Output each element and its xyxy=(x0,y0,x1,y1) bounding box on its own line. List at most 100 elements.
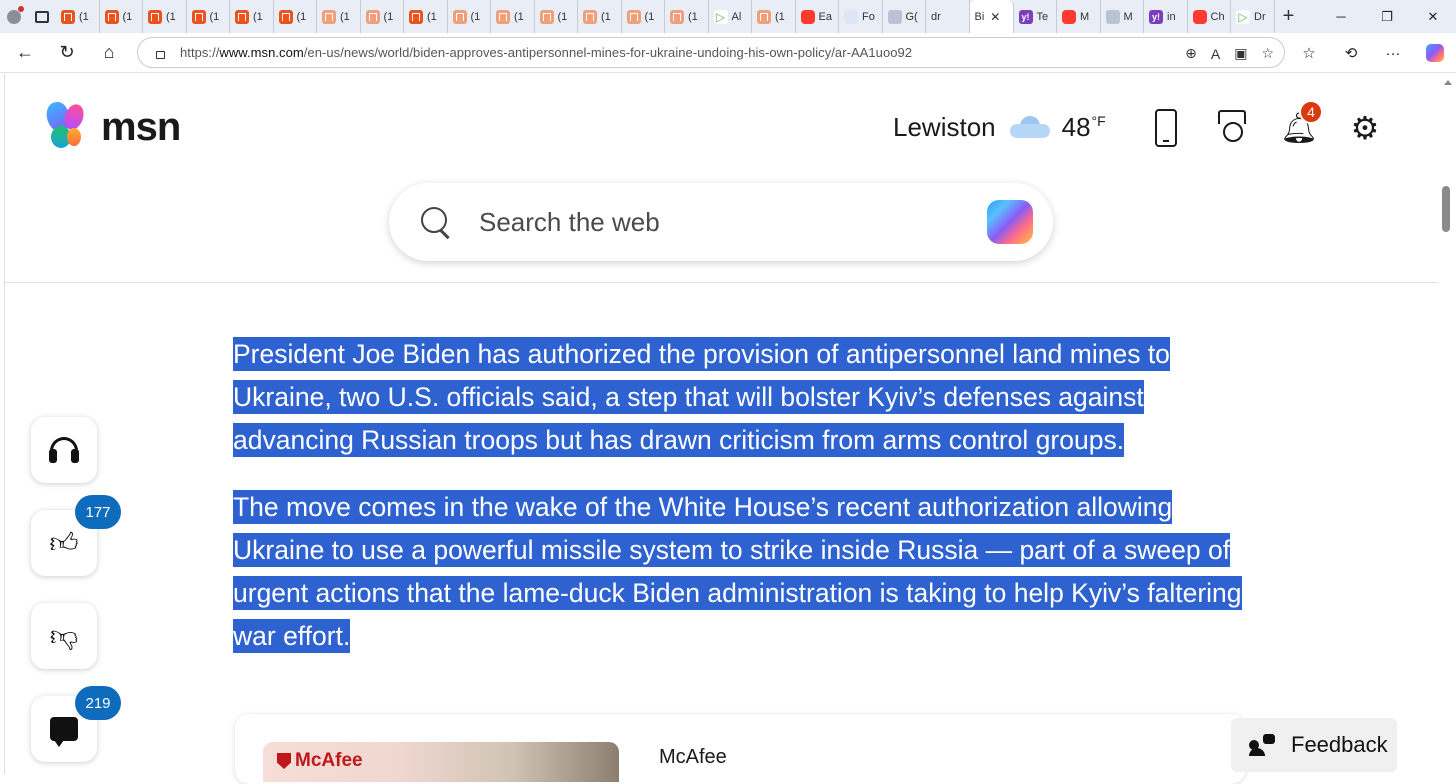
tab-favicon-icon xyxy=(365,9,380,24)
tab-label: (1 xyxy=(79,10,89,23)
tab-label: (1 xyxy=(644,10,655,23)
url-text[interactable]: https://www.msn.com/en-us/news/world/bid… xyxy=(180,45,912,60)
search-icon[interactable] xyxy=(419,205,453,239)
browser-tab[interactable]: Ch xyxy=(1188,0,1231,33)
copilot-sidebar-icon[interactable] xyxy=(1414,33,1456,73)
msn-butterfly-icon xyxy=(44,100,97,152)
browser-tab[interactable]: (1 xyxy=(56,0,100,33)
restore-button[interactable]: ❐ xyxy=(1364,0,1410,33)
browser-tab[interactable]: Ea xyxy=(796,0,839,33)
phone-app-button[interactable] xyxy=(1146,106,1186,150)
browser-tab[interactable]: y! in xyxy=(1144,0,1188,33)
browser-tab[interactable]: G( xyxy=(883,0,926,33)
back-button[interactable]: ← xyxy=(4,33,46,73)
address-toolbar: ← ↻ ⌂ https://www.msn.com/en-us/news/wor… xyxy=(0,33,1456,73)
active-tab[interactable]: Bi ✕ xyxy=(969,0,1014,33)
tab-label: (1 xyxy=(122,10,133,23)
mcafee-logo: McAfee xyxy=(277,750,363,772)
tab-favicon-icon xyxy=(800,9,815,24)
ad-image[interactable]: McAfee xyxy=(263,742,619,782)
browser-tab[interactable]: Fo xyxy=(839,0,883,33)
feedback-button[interactable]: Feedback xyxy=(1231,718,1397,772)
close-window-button[interactable]: ✕ xyxy=(1410,0,1456,33)
tab-favicon-icon: y! xyxy=(1018,9,1033,24)
refresh-button[interactable]: ↻ xyxy=(46,33,88,73)
tab-favicon-icon: y! xyxy=(1149,9,1163,24)
browser-tab[interactable]: (1 xyxy=(578,0,622,33)
tab-label: Bi xyxy=(974,10,985,23)
browser-tab[interactable]: (1 xyxy=(491,0,535,33)
tab-actions-icon[interactable] xyxy=(28,0,56,33)
tab-favicon-icon xyxy=(61,9,75,24)
browser-tab[interactable]: ▷ Dr xyxy=(1231,0,1275,33)
browser-tab[interactable]: M xyxy=(1057,0,1101,33)
home-button[interactable]: ⌂ xyxy=(88,33,130,73)
tab-favicon-icon xyxy=(583,9,597,24)
address-bar[interactable]: https://www.msn.com/en-us/news/world/bid… xyxy=(137,37,1285,68)
profile-icon[interactable] xyxy=(0,0,28,33)
notifications-button[interactable]: 🔔︎ 4 xyxy=(1279,100,1323,150)
browser-tab[interactable]: ▷ Al xyxy=(709,0,752,33)
browser-tab[interactable]: (1 xyxy=(535,0,578,33)
page-scrollbar[interactable] xyxy=(1438,74,1456,774)
scroll-up-arrow-icon[interactable] xyxy=(1444,80,1452,85)
ad-source-label[interactable]: McAfee xyxy=(659,746,727,769)
gear-icon: ⚙ xyxy=(1350,110,1380,146)
browser-tab[interactable]: (1 xyxy=(230,0,274,33)
history-icon[interactable]: ⟲ xyxy=(1330,33,1372,73)
tab-label: G( xyxy=(905,10,918,23)
browser-tab-strip: (1 (1 (1 (1 (1 (1 (1 (1 (1 (1 (1 (1 (1 (1 (1 ▷ Al (1 Ea Fo G… xyxy=(0,0,1456,123)
search-box[interactable] xyxy=(389,183,1053,261)
close-tab-icon[interactable]: ✕ xyxy=(990,10,1000,24)
feedback-label: Feedback xyxy=(1291,732,1388,757)
immersive-reader-icon[interactable]: ▣ xyxy=(1234,45,1247,62)
browser-tab[interactable]: (1 xyxy=(404,0,448,33)
tab-label: (1 xyxy=(427,10,437,23)
browser-tab[interactable]: M xyxy=(1101,0,1144,33)
tab-favicon-icon xyxy=(844,9,858,24)
listen-button[interactable] xyxy=(31,417,97,483)
comment-icon xyxy=(50,717,78,747)
browser-tab[interactable]: (1 xyxy=(622,0,665,33)
tab-label: (1 xyxy=(601,10,611,23)
browser-tab[interactable]: (1 xyxy=(100,0,143,33)
weather-widget[interactable]: Lewiston 48 °F xyxy=(893,112,1106,142)
article-paragraph: President Joe Biden has authorized the p… xyxy=(233,337,1170,457)
search-input[interactable] xyxy=(479,206,959,238)
tab-favicon-icon xyxy=(409,9,423,24)
new-tab-button[interactable]: + xyxy=(1275,0,1303,33)
browser-tab[interactable]: (1 xyxy=(448,0,491,33)
browser-tab[interactable]: y! Te xyxy=(1014,0,1057,33)
read-aloud-icon[interactable]: A xyxy=(1211,46,1220,62)
tab-label: (1 xyxy=(514,10,524,23)
dislike-button[interactable]: 👎︎ xyxy=(31,603,97,669)
comment-count-badge: 219 xyxy=(75,686,121,720)
zoom-icon[interactable]: ⊕ xyxy=(1185,45,1197,62)
copilot-icon[interactable] xyxy=(987,200,1033,244)
tab-label: Dr xyxy=(1254,10,1266,23)
tab-favicon-icon xyxy=(1062,9,1076,24)
browser-tab[interactable]: (1 xyxy=(361,0,404,33)
tab-favicon-icon xyxy=(670,9,684,24)
browser-tab[interactable]: (1 xyxy=(665,0,709,33)
settings-button[interactable]: ⚙ xyxy=(1345,106,1385,150)
tab-label: (1 xyxy=(296,10,307,23)
thumbs-up-icon: 👍︎ xyxy=(49,527,79,558)
browser-tab[interactable]: (1 xyxy=(317,0,361,33)
minimize-button[interactable]: ─ xyxy=(1318,0,1364,33)
window-controls: ─ ❐ ✕ xyxy=(1318,0,1456,33)
scrollbar-thumb[interactable] xyxy=(1442,186,1450,232)
browser-tab[interactable]: (1 xyxy=(752,0,796,33)
more-menu-icon[interactable]: ··· xyxy=(1372,33,1414,73)
favorite-star-icon[interactable]: ☆ xyxy=(1261,45,1274,62)
msn-logo[interactable]: msn xyxy=(44,100,181,152)
browser-tab[interactable]: (1 xyxy=(187,0,230,33)
rewards-button[interactable] xyxy=(1212,106,1252,150)
browser-tab[interactable]: (1 xyxy=(274,0,317,33)
browser-tab[interactable]: 🔍︎dr xyxy=(406,0,970,123)
favorites-icon[interactable]: ☆ xyxy=(1288,33,1330,73)
logo-text: msn xyxy=(101,104,181,149)
lock-icon[interactable] xyxy=(152,45,168,61)
tab-favicon-icon xyxy=(322,9,336,24)
browser-tab[interactable]: (1 xyxy=(143,0,187,33)
